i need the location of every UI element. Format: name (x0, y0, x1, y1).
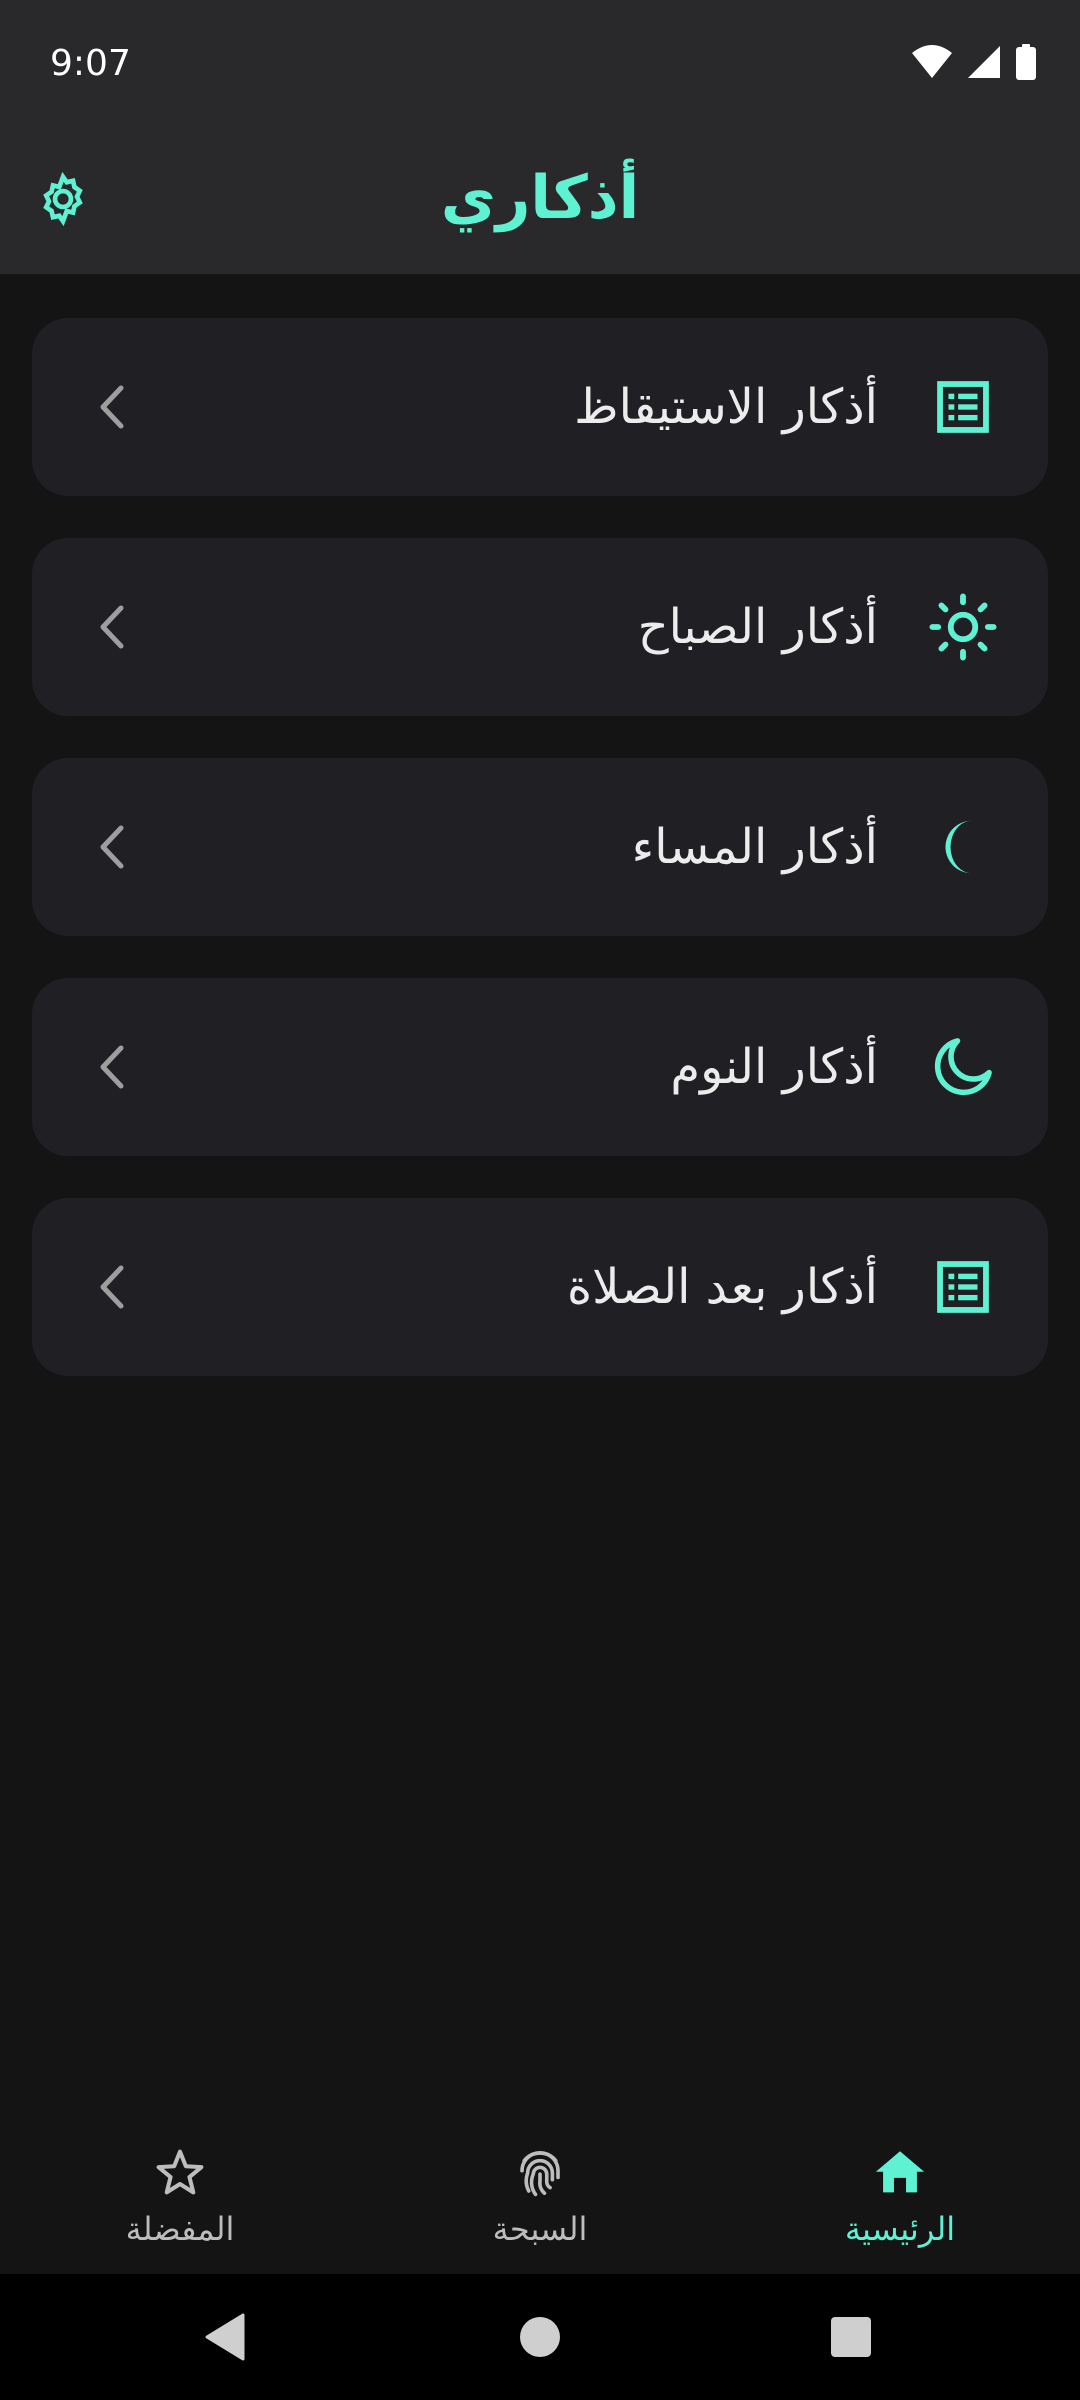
crescent-filled-icon (928, 812, 998, 882)
back-icon[interactable] (200, 2312, 250, 2362)
moon-outline-icon (928, 1032, 998, 1102)
wifi-icon (912, 45, 952, 83)
recents-icon[interactable] (826, 2312, 876, 2362)
list-item-sleep[interactable]: أذكار النوم (32, 978, 1048, 1156)
home-circle-icon[interactable] (515, 2312, 565, 2362)
fingerprint-icon (510, 2143, 570, 2203)
nav-label: المفضلة (125, 2210, 235, 2248)
chevron-left-icon (88, 1258, 136, 1316)
nav-label: الرئيسية (844, 2210, 956, 2248)
list-item-label: أذكار الاستيقاظ (574, 379, 878, 435)
page-title: أذكاري (440, 163, 640, 233)
list-item-morning[interactable]: أذكار الصباح (32, 538, 1048, 716)
home-icon (870, 2143, 930, 2203)
bottom-navigation: المفضلة السبحة الرئيسية (0, 2114, 1080, 2274)
azkar-list: أذكار الاستيقاظ أذكار الصباح أذكار المسا… (32, 318, 1048, 1418)
chevron-left-icon (88, 818, 136, 876)
list-item-wakeup[interactable]: أذكار الاستيقاظ (32, 318, 1048, 496)
app-bar: أذكاري (0, 128, 1080, 274)
list-item-label: أذكار النوم (670, 1039, 878, 1095)
status-icons (912, 44, 1036, 84)
nav-item-home[interactable]: الرئيسية (720, 2114, 1080, 2274)
list-item-label: أذكار بعد الصلاة (567, 1259, 878, 1315)
list-document-icon (928, 1252, 998, 1322)
battery-icon (1016, 44, 1036, 84)
signal-icon (968, 46, 1000, 82)
system-navigation-bar (0, 2274, 1080, 2400)
star-icon (150, 2143, 210, 2203)
chevron-left-icon (88, 598, 136, 656)
nav-item-tasbih[interactable]: السبحة (360, 2114, 720, 2274)
chevron-left-icon (88, 378, 136, 436)
chevron-left-icon (88, 1038, 136, 1096)
nav-item-favorites[interactable]: المفضلة (0, 2114, 360, 2274)
sun-icon (928, 592, 998, 662)
nav-label: السبحة (492, 2210, 588, 2248)
list-item-label: أذكار الصباح (637, 599, 878, 655)
status-bar: 9:07 (0, 0, 1080, 128)
list-item-after-prayer[interactable]: أذكار بعد الصلاة (32, 1198, 1048, 1376)
status-time: 9:07 (50, 43, 131, 84)
list-item-evening[interactable]: أذكار المساء (32, 758, 1048, 936)
list-item-label: أذكار المساء (631, 819, 878, 875)
list-document-icon (928, 372, 998, 442)
